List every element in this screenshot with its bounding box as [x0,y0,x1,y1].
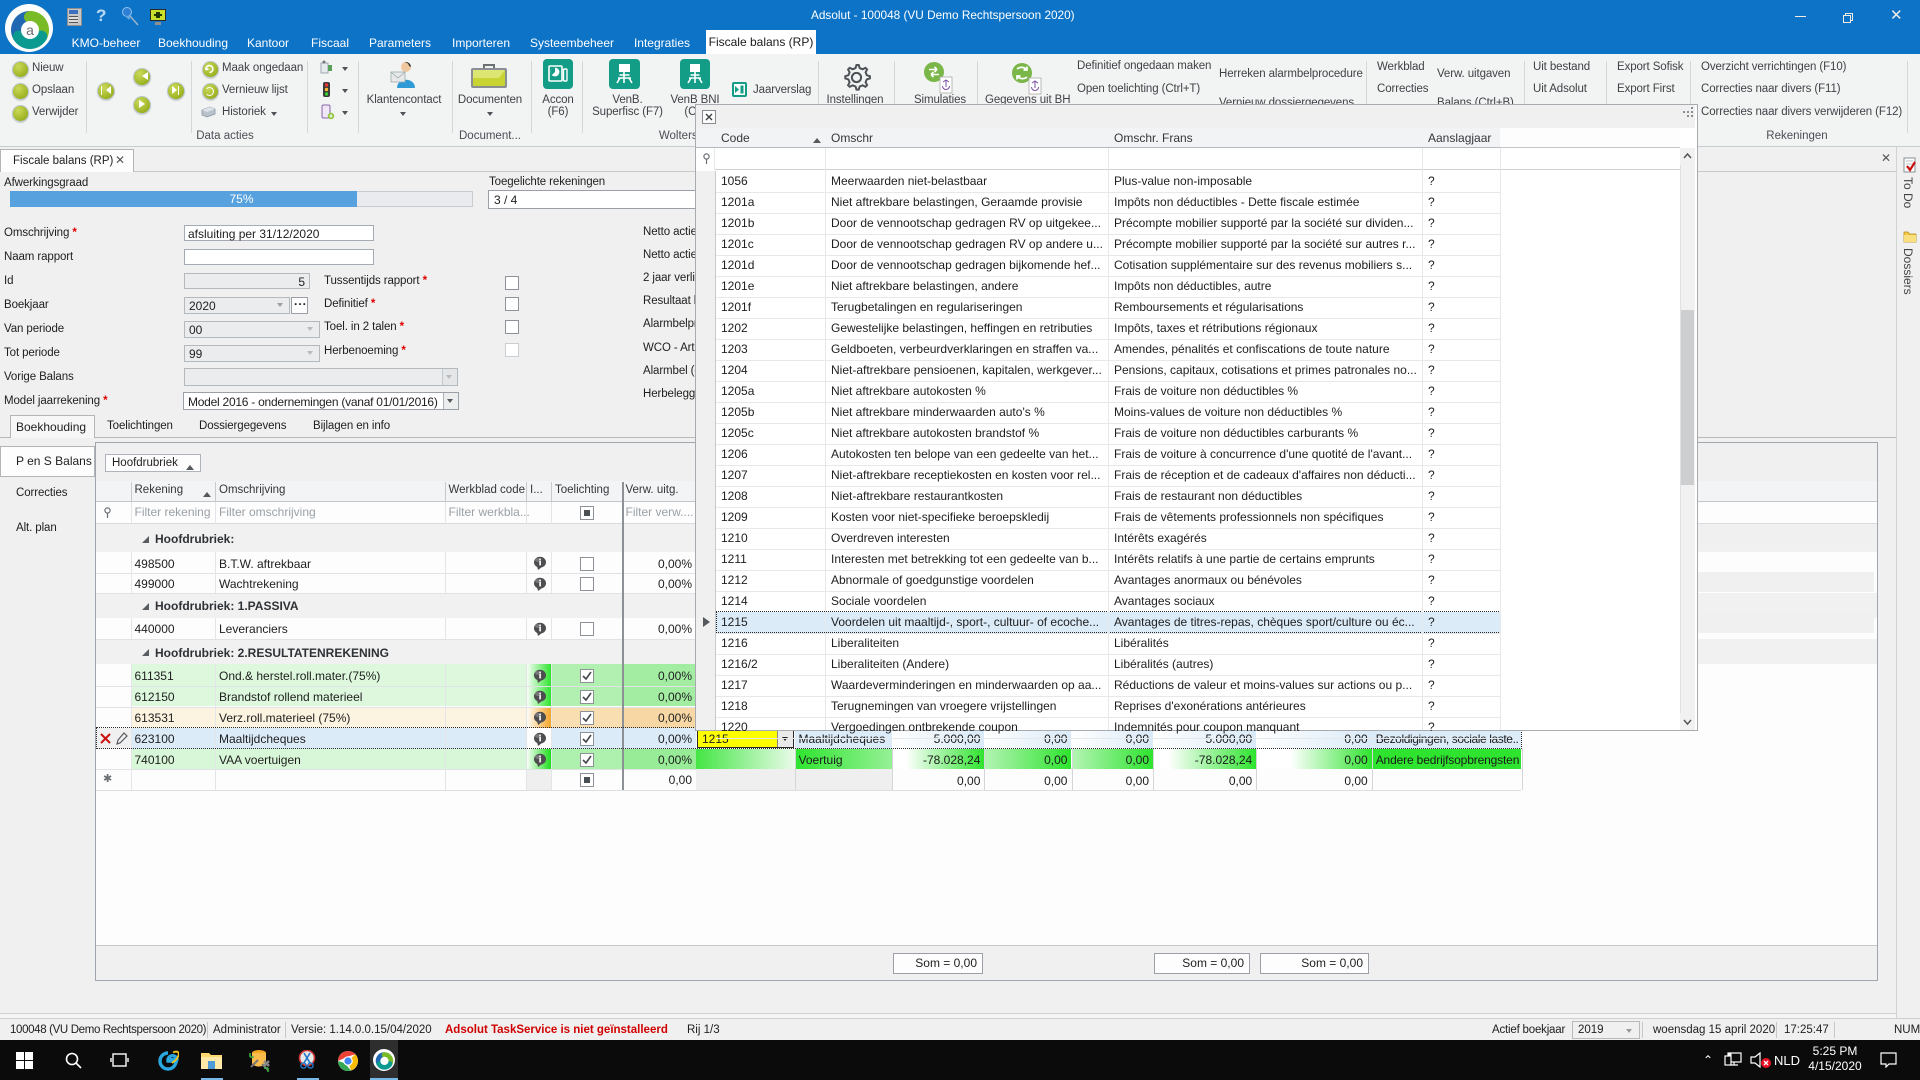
svg-text:a: a [26,22,34,38]
